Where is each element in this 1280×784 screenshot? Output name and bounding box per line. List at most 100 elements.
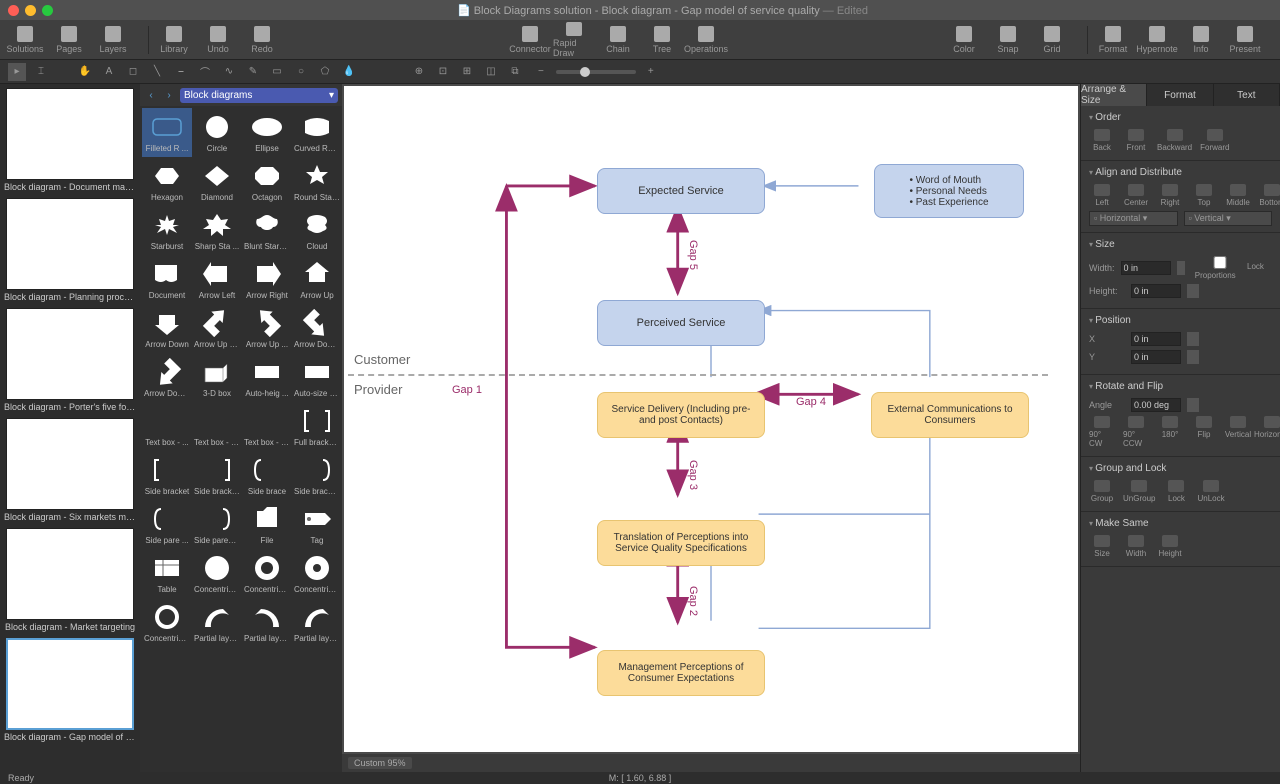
toolbar-solutions[interactable]: Solutions: [4, 22, 46, 58]
order-back[interactable]: Back: [1089, 129, 1115, 152]
thumbnail-3[interactable]: Block diagram - Six markets model: [4, 418, 136, 522]
shape-text-box-[interactable]: Text box - ...: [142, 402, 192, 451]
shape-curved-re-[interactable]: Curved Re ...: [292, 108, 342, 157]
shape-tag[interactable]: Tag: [292, 500, 342, 549]
align-right[interactable]: Right: [1157, 184, 1183, 207]
shape-starburst[interactable]: Starburst: [142, 206, 192, 255]
toolbar-undo[interactable]: Undo: [197, 22, 239, 58]
eyedropper-tool[interactable]: 💧: [340, 63, 358, 81]
y-input[interactable]: [1131, 350, 1181, 364]
shape-full-bracke-[interactable]: Full bracke ...: [292, 402, 342, 451]
shape-document[interactable]: Document: [142, 255, 192, 304]
h-step[interactable]: [1187, 284, 1199, 298]
shape-arrow-down[interactable]: Arrow Down: [142, 304, 192, 353]
shape-concentric-[interactable]: Concentric ...: [292, 549, 342, 598]
lock-proportions[interactable]: [1195, 256, 1245, 269]
shape-side-brace-[interactable]: Side brace - ...: [292, 451, 342, 500]
x-input[interactable]: [1131, 332, 1181, 346]
box-external-comm[interactable]: External Communications to Consumers: [871, 392, 1029, 438]
text-tool[interactable]: A: [100, 63, 118, 81]
zoom-actual[interactable]: ⊡: [434, 63, 452, 81]
shape-partial-layer-2[interactable]: Partial layer 2: [242, 598, 292, 647]
align-top[interactable]: Top: [1191, 184, 1217, 207]
align-horizontal[interactable]: ▫ Horizontal ▾: [1089, 211, 1178, 226]
shape-side-bracket-[interactable]: Side bracket ...: [192, 451, 242, 500]
shape-text-box-l-[interactable]: Text box - l ...: [192, 402, 242, 451]
shape-concentric-[interactable]: Concentric ...: [192, 549, 242, 598]
toolbar-rapid draw[interactable]: Rapid Draw: [553, 22, 595, 58]
callout-tool[interactable]: ◻: [124, 63, 142, 81]
shape-arrow-up[interactable]: Arrow Up: [292, 255, 342, 304]
toolbar-pages[interactable]: Pages: [48, 22, 90, 58]
box-translation[interactable]: Translation of Perceptions into Service …: [597, 520, 765, 566]
shape-octagon[interactable]: Octagon: [242, 157, 292, 206]
box-service-delivery[interactable]: Service Delivery (Including pre- and pos…: [597, 392, 765, 438]
box-perceived-service[interactable]: Perceived Service: [597, 300, 765, 346]
library-dropdown[interactable]: Block diagrams: [180, 88, 338, 103]
thumbnail-5[interactable]: Block diagram - Gap model of service q..…: [4, 638, 136, 742]
makesame-size[interactable]: Size: [1089, 535, 1115, 558]
toolbar-chain[interactable]: Chain: [597, 22, 639, 58]
shape-side-bracket[interactable]: Side bracket: [142, 451, 192, 500]
toolbar-tree[interactable]: Tree: [641, 22, 683, 58]
thumbnail-0[interactable]: Block diagram - Document management...: [4, 88, 136, 192]
tab-arrange[interactable]: Arrange & Size: [1081, 84, 1147, 106]
box-expected-service[interactable]: Expected Service: [597, 168, 765, 214]
align-left[interactable]: Left: [1089, 184, 1115, 207]
zoom-slider[interactable]: [556, 70, 636, 74]
shape-arrow-left[interactable]: Arrow Left: [192, 255, 242, 304]
group-ungroup[interactable]: UnGroup: [1123, 480, 1155, 503]
text-cursor-tool[interactable]: ⌶: [32, 63, 50, 81]
align-bottom[interactable]: Bottom: [1259, 184, 1280, 207]
toolbar-redo[interactable]: Redo: [241, 22, 283, 58]
rotate-flip[interactable]: Flip: [1191, 416, 1217, 448]
maximize-window[interactable]: [42, 5, 53, 16]
box-word-of-mouth[interactable]: • Word of Mouth • Personal Needs • Past …: [874, 164, 1024, 218]
align-center[interactable]: Center: [1123, 184, 1149, 207]
align-vertical[interactable]: ▫ Vertical ▾: [1184, 211, 1273, 226]
polygon-tool[interactable]: ⬠: [316, 63, 334, 81]
arc-tool[interactable]: ⌒: [196, 63, 214, 81]
zoom-page[interactable]: ◫: [482, 63, 500, 81]
makesame-height[interactable]: Height: [1157, 535, 1183, 558]
shape-concentric-[interactable]: Concentric ...: [242, 549, 292, 598]
tab-text[interactable]: Text: [1214, 84, 1280, 106]
hand-tool[interactable]: ✋: [76, 63, 94, 81]
library-fwd[interactable]: ›: [162, 90, 176, 101]
toolbar-color[interactable]: Color: [943, 22, 985, 58]
order-backward[interactable]: Backward: [1157, 129, 1192, 152]
toolbar-operations[interactable]: Operations: [685, 22, 727, 58]
shape-side-brace[interactable]: Side brace: [242, 451, 292, 500]
rotate-90-cw[interactable]: 90° CW: [1089, 416, 1115, 448]
shape-round-sta-[interactable]: Round Sta ...: [292, 157, 342, 206]
toolbar-connector[interactable]: Connector: [509, 22, 551, 58]
shape-side-parenth-[interactable]: Side parenth ...: [192, 500, 242, 549]
toolbar-grid[interactable]: Grid: [1031, 22, 1073, 58]
shape-text-box-p-[interactable]: Text box - p ...: [242, 402, 292, 451]
shape-circle[interactable]: Circle: [192, 108, 242, 157]
shape-auto-heig-[interactable]: Auto-heig ...: [242, 353, 292, 402]
box-management[interactable]: Management Perceptions of Consumer Expec…: [597, 650, 765, 696]
canvas[interactable]: Expected Service • Word of Mouth • Perso…: [344, 86, 1078, 752]
shape-filleted-r-[interactable]: Filleted R ...: [142, 108, 192, 157]
group-lock[interactable]: Lock: [1163, 480, 1189, 503]
height-input[interactable]: [1131, 284, 1181, 298]
shape-file[interactable]: File: [242, 500, 292, 549]
toolbar-library[interactable]: Library: [153, 22, 195, 58]
toolbar-format[interactable]: Format: [1092, 22, 1134, 58]
shape-blunt-starburst[interactable]: Blunt Starburst: [242, 206, 292, 255]
shape-diamond[interactable]: Diamond: [192, 157, 242, 206]
thumbnail-2[interactable]: Block diagram - Porter's five forces mod…: [4, 308, 136, 412]
order-front[interactable]: Front: [1123, 129, 1149, 152]
rect-tool[interactable]: ▭: [268, 63, 286, 81]
shape-sharp-sta-[interactable]: Sharp Sta ...: [192, 206, 242, 255]
toolbar-snap[interactable]: Snap: [987, 22, 1029, 58]
rotate-horizontal[interactable]: Horizontal: [1259, 416, 1280, 448]
toolbar-info[interactable]: Info: [1180, 22, 1222, 58]
pointer-tool[interactable]: ▸: [8, 63, 26, 81]
rotate-vertical[interactable]: Vertical: [1225, 416, 1251, 448]
w-step[interactable]: [1177, 261, 1185, 275]
width-input[interactable]: [1121, 261, 1171, 275]
shape-arrow-dow-[interactable]: Arrow Dow ...: [142, 353, 192, 402]
shape-auto-size-box[interactable]: Auto-size box: [292, 353, 342, 402]
